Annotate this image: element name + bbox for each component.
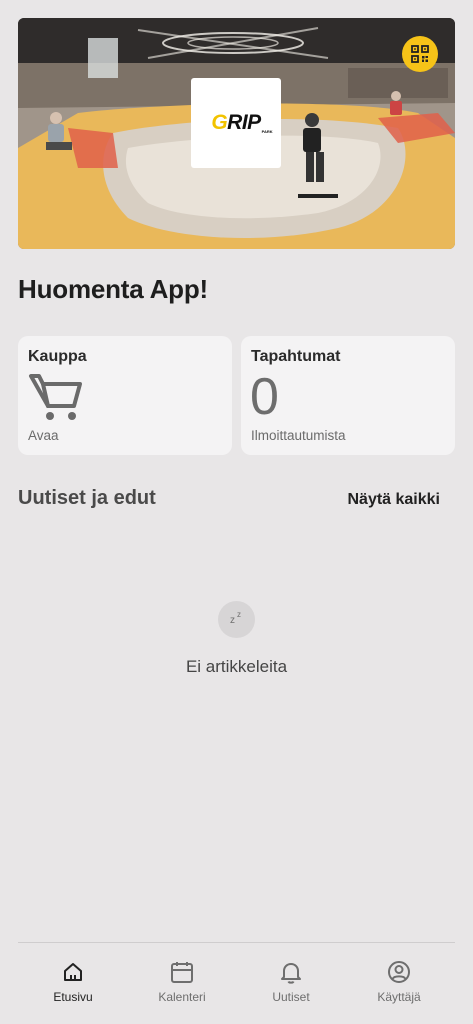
home-screen: GRIP PARK Huomenta App! Kauppa Avaa Tapa… [0, 0, 473, 1024]
nav-item-home[interactable]: Etusivu [28, 959, 118, 1004]
nav-label-user: Käyttäjä [377, 990, 421, 1004]
shop-card[interactable]: Kauppa Avaa [18, 336, 232, 455]
qr-code-button[interactable] [402, 36, 438, 72]
bottom-nav: Etusivu Kalenteri Uutiset Käyttäjä [18, 942, 455, 1024]
hero-banner[interactable]: GRIP PARK [18, 18, 455, 249]
shopping-cart-icon [29, 374, 82, 420]
nav-label-news: Uutiset [272, 990, 310, 1004]
shop-card-title: Kauppa [28, 348, 87, 365]
user-icon [388, 961, 410, 983]
events-card-title: Tapahtumat [251, 348, 341, 365]
shop-card-subtitle: Avaa [28, 428, 59, 443]
events-card-subtitle: Ilmoittautumista [251, 428, 346, 443]
events-card[interactable]: Tapahtumat 0 Ilmoittautumista [241, 336, 455, 455]
logo-text-park: PARK [261, 129, 273, 134]
qr-code-icon [411, 45, 429, 63]
nav-item-user[interactable]: Käyttäjä [354, 959, 444, 1004]
nav-label-calendar: Kalenteri [158, 990, 206, 1004]
home-icon [64, 963, 82, 981]
nav-item-news[interactable]: Uutiset [246, 959, 336, 1004]
sleep-zz-icon: zz [218, 601, 255, 638]
show-all-news-link[interactable]: Näytä kaikki [347, 491, 440, 509]
nav-label-home: Etusivu [53, 990, 93, 1004]
greeting-title: Huomenta App! [18, 274, 208, 304]
logo-text-rip: RIP [227, 111, 261, 134]
bell-icon [281, 963, 301, 984]
news-section-title: Uutiset ja edut [18, 487, 156, 509]
nav-item-calendar[interactable]: Kalenteri [137, 959, 227, 1004]
calendar-icon [171, 962, 193, 983]
grip-park-logo: GRIP PARK [191, 78, 281, 168]
empty-articles-text: Ei artikkeleita [185, 657, 288, 676]
events-count: 0 [250, 368, 279, 426]
